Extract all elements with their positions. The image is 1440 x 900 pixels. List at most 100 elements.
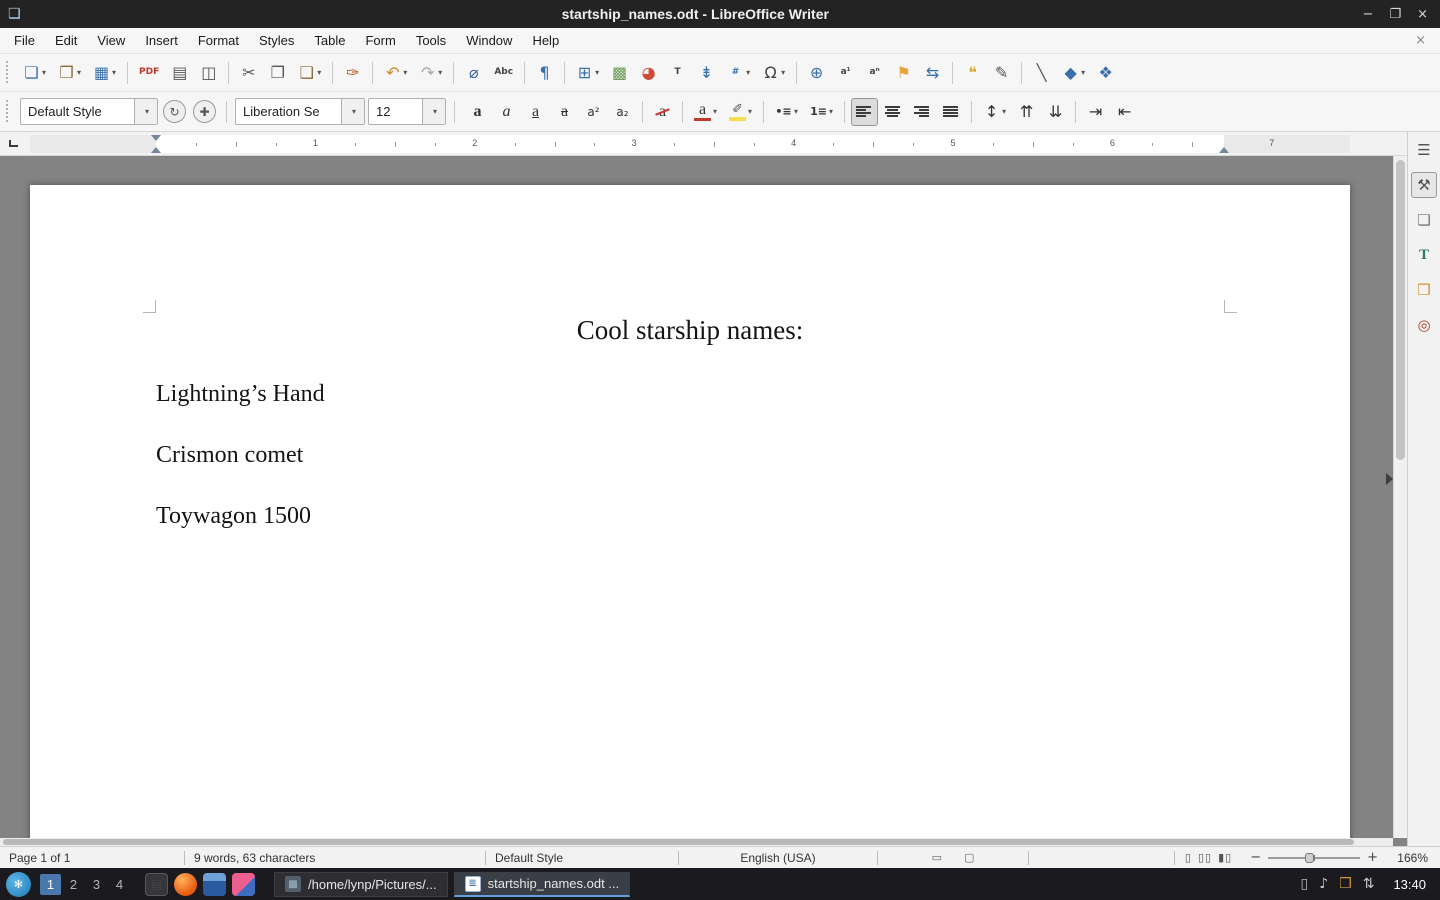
clear-direct-formatting-button[interactable]: a xyxy=(649,98,676,126)
view-multiple-pages-button[interactable]: ▯▯ xyxy=(1198,848,1212,868)
line-spacing-dropdown[interactable]: ▾ xyxy=(1002,107,1006,116)
insert-table-dropdown[interactable]: ▾ xyxy=(595,68,599,77)
document-line[interactable]: Toywagon 1500 xyxy=(156,501,1224,532)
tab-stop-selector[interactable] xyxy=(9,140,18,147)
titlebar[interactable]: ❏ startship_names.odt - LibreOffice Writ… xyxy=(0,0,1440,28)
workspace-1[interactable]: 1 xyxy=(40,874,61,895)
insert-hyperlink-button[interactable]: ⊕ xyxy=(803,59,830,87)
menu-view[interactable]: View xyxy=(87,29,135,52)
find-and-replace-button[interactable]: ⌀ xyxy=(460,59,487,87)
document-area[interactable]: Cool starship names: Lightning’s HandCri… xyxy=(0,156,1407,846)
italic-button[interactable]: a xyxy=(493,98,520,126)
horizontal-ruler[interactable]: 1234567 xyxy=(30,135,1350,153)
gallery-deck-button[interactable]: ❒ xyxy=(1411,277,1437,303)
selection-mode-icon[interactable]: ▢ xyxy=(964,848,974,868)
insert-special-character-button[interactable]: Ω▾ xyxy=(757,59,790,87)
paragraph-style-combo[interactable]: Default Style ▾ xyxy=(20,98,158,125)
workspace-3[interactable]: 3 xyxy=(86,874,107,895)
close-document-button[interactable]: × xyxy=(1405,33,1436,48)
print-preview-button[interactable]: ◫ xyxy=(195,59,222,87)
insert-special-character-dropdown[interactable]: ▾ xyxy=(781,68,785,77)
strikethrough-button[interactable]: a xyxy=(551,98,578,126)
terminal-launcher[interactable]: ▤ xyxy=(145,873,168,896)
toolbar-grip[interactable] xyxy=(6,61,12,85)
align-center-button[interactable] xyxy=(880,98,907,126)
clone-formatting-button[interactable]: ✑ xyxy=(339,59,366,87)
menu-form[interactable]: Form xyxy=(355,29,405,52)
first-line-indent-marker[interactable] xyxy=(151,135,161,141)
line-spacing-button[interactable]: ↕▾ xyxy=(978,98,1011,126)
page-text-area[interactable]: Cool starship names: Lightning’s HandCri… xyxy=(156,313,1224,562)
paste-dropdown[interactable]: ▾ xyxy=(317,68,321,77)
sidebar-settings-button[interactable]: ☰ xyxy=(1411,137,1437,163)
decrease-indent-button[interactable]: ⇤ xyxy=(1111,98,1138,126)
menu-insert[interactable]: Insert xyxy=(135,29,188,52)
insert-image-button[interactable]: ▩ xyxy=(606,59,633,87)
undo-button[interactable]: ↶▾ xyxy=(379,59,412,87)
unordered-list-button[interactable]: •≡▾ xyxy=(770,98,803,126)
workspace-2[interactable]: 2 xyxy=(63,874,84,895)
network-icon[interactable]: ⇅ xyxy=(1363,874,1375,894)
new-document-dropdown[interactable]: ▾ xyxy=(42,68,46,77)
ordered-list-dropdown[interactable]: ▾ xyxy=(829,107,833,116)
font-color-dropdown[interactable]: ▾ xyxy=(713,107,717,116)
redo-dropdown[interactable]: ▾ xyxy=(438,68,442,77)
restore-button[interactable]: ❐ xyxy=(1389,7,1401,22)
insert-endnote-button[interactable]: aⁿ xyxy=(861,59,888,87)
insert-text-box-button[interactable]: T xyxy=(664,59,691,87)
right-indent-marker[interactable] xyxy=(1219,147,1229,153)
basic-shapes-dropdown[interactable]: ▾ xyxy=(1081,68,1085,77)
increase-indent-button[interactable]: ⇥ xyxy=(1082,98,1109,126)
horizontal-scrollbar-thumb[interactable] xyxy=(3,839,1354,845)
firefox-launcher[interactable] xyxy=(174,873,197,896)
taskbar-task-1[interactable]: ▩/home/lynp/Pictures/... xyxy=(274,872,448,897)
paragraph-style-dropdown[interactable]: ▾ xyxy=(134,99,157,124)
document-title[interactable]: Cool starship names: xyxy=(156,313,1224,347)
page-deck-button[interactable]: ❏ xyxy=(1411,207,1437,233)
navigator-deck-button[interactable]: ◎ xyxy=(1411,312,1437,338)
align-right-button[interactable] xyxy=(909,98,936,126)
underline-button[interactable]: a xyxy=(522,98,549,126)
page-number-status[interactable]: Page 1 of 1 xyxy=(0,847,184,868)
insert-table-button[interactable]: ⊞▾ xyxy=(571,59,604,87)
spelling-button[interactable]: Abc xyxy=(489,59,518,87)
insert-field-button[interactable]: #▾ xyxy=(722,59,755,87)
copy-button[interactable]: ❐ xyxy=(264,59,291,87)
menu-file[interactable]: File xyxy=(4,29,45,52)
menu-help[interactable]: Help xyxy=(522,29,569,52)
menu-table[interactable]: Table xyxy=(304,29,355,52)
insert-field-dropdown[interactable]: ▾ xyxy=(746,68,750,77)
open-file-dropdown[interactable]: ▾ xyxy=(77,68,81,77)
volume-icon[interactable]: ♪ xyxy=(1319,874,1328,894)
start-menu-button[interactable]: ✻ xyxy=(6,872,31,897)
insert-page-break-button[interactable]: ⇟ xyxy=(693,59,720,87)
ordered-list-button[interactable]: 1≡▾ xyxy=(805,98,838,126)
show-draw-functions-button[interactable]: ❖ xyxy=(1092,59,1119,87)
document-line[interactable]: Lightning’s Hand xyxy=(156,379,1224,410)
menu-window[interactable]: Window xyxy=(456,29,522,52)
vertical-scrollbar-thumb[interactable] xyxy=(1396,160,1405,460)
font-size-dropdown[interactable]: ▾ xyxy=(422,99,445,124)
decrease-paragraph-spacing-button[interactable]: ⇊ xyxy=(1042,98,1069,126)
new-document-button[interactable]: ❏▾ xyxy=(18,59,51,87)
minimize-button[interactable]: − xyxy=(1363,7,1374,22)
insert-mode-icon[interactable]: ▭ xyxy=(932,848,942,868)
update-style-button[interactable]: ↻ xyxy=(163,100,186,123)
align-left-button[interactable] xyxy=(851,98,878,126)
zoom-level[interactable]: 166% xyxy=(1386,847,1440,868)
font-color-button[interactable]: a▾ xyxy=(689,98,722,126)
insert-line-button[interactable]: ╲ xyxy=(1028,59,1055,87)
clipboard-icon[interactable]: ▯ xyxy=(1301,874,1309,894)
increase-paragraph-spacing-button[interactable]: ⇈ xyxy=(1013,98,1040,126)
zoom-slider-thumb[interactable] xyxy=(1305,853,1314,863)
language-status[interactable]: English (USA) xyxy=(679,847,877,868)
font-name-dropdown[interactable]: ▾ xyxy=(341,99,364,124)
export-pdf-button[interactable]: PDF xyxy=(134,59,164,87)
open-file-button[interactable]: ❒▾ xyxy=(53,59,86,87)
insert-footnote-button[interactable]: a¹ xyxy=(832,59,859,87)
bold-button[interactable]: a xyxy=(464,98,491,126)
insert-cross-reference-button[interactable]: ⇆ xyxy=(919,59,946,87)
font-size-combo[interactable]: 12 ▾ xyxy=(368,98,446,125)
horizontal-scrollbar[interactable] xyxy=(0,838,1393,846)
files-launcher[interactable] xyxy=(203,873,226,896)
